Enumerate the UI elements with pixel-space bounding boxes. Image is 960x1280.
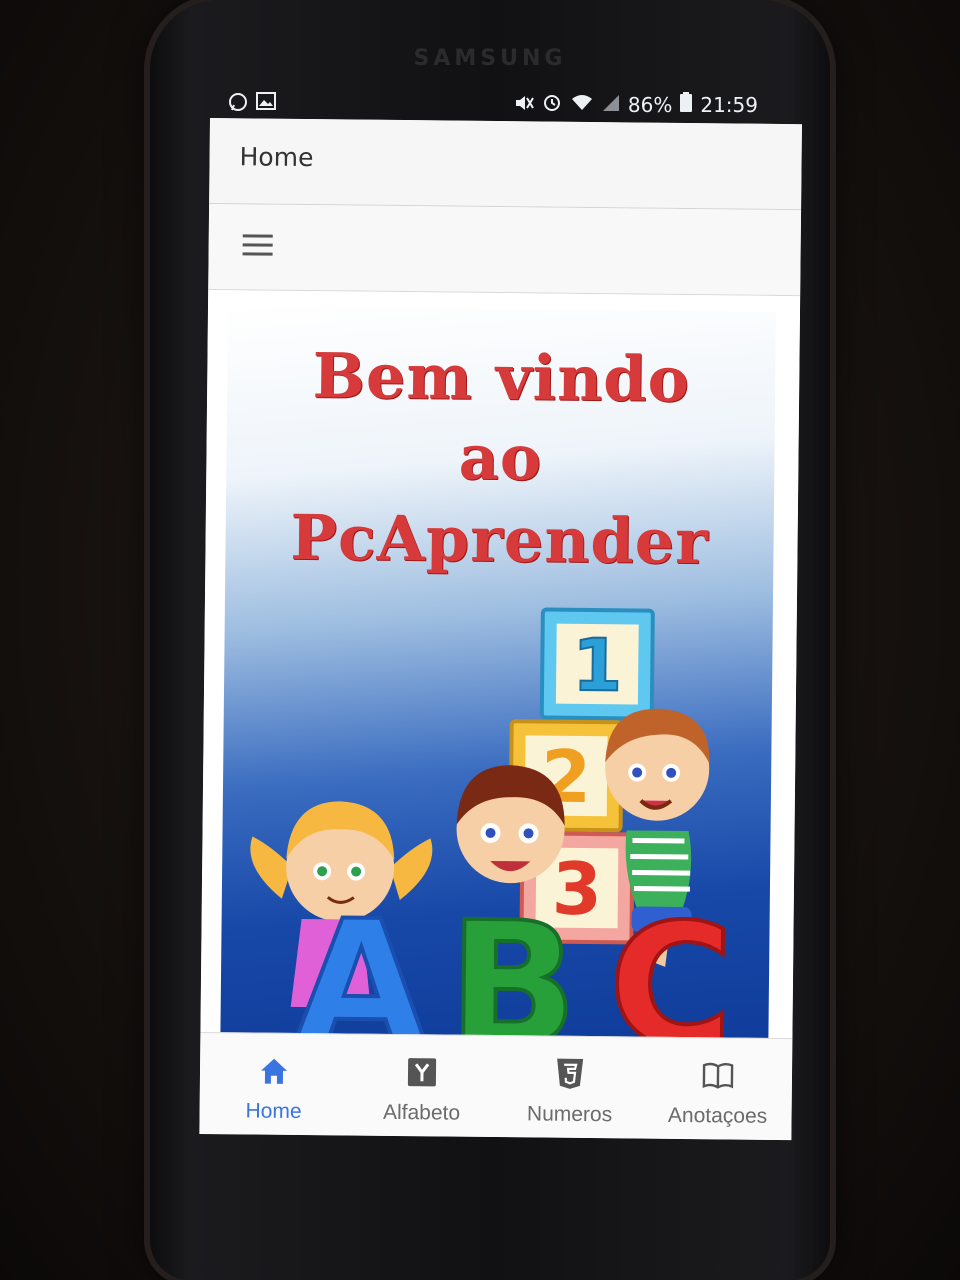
signal-icon bbox=[602, 93, 620, 117]
kids-abc-illustration: 1 2 3 A B C bbox=[250, 607, 736, 1046]
boy-middle-figure bbox=[456, 765, 565, 884]
tab-alfabeto-label: Alfabeto bbox=[382, 1100, 461, 1125]
device-brand: SAMSUNG bbox=[413, 46, 567, 71]
block-number-1: 1 bbox=[572, 623, 623, 708]
bottom-navigation: Home Alfabeto Numeros Anotaçoes bbox=[199, 1031, 793, 1141]
battery-icon bbox=[680, 92, 693, 117]
status-left-icons bbox=[228, 92, 276, 117]
home-icon bbox=[257, 1054, 291, 1088]
alarm-icon bbox=[542, 92, 562, 117]
clock: 21:59 bbox=[700, 92, 758, 117]
status-bar: 86% 21:59 bbox=[226, 88, 766, 122]
status-right-icons: 86% 21:59 bbox=[514, 92, 758, 117]
tab-anotacoes-label: Anotaçoes bbox=[667, 1103, 768, 1128]
tab-home[interactable]: Home bbox=[199, 1033, 348, 1136]
menu-bar bbox=[208, 203, 802, 297]
gallery-icon bbox=[256, 92, 276, 117]
app-header: Home bbox=[209, 118, 802, 211]
letter-a: A bbox=[294, 884, 428, 1046]
letter-b: B bbox=[447, 886, 579, 1046]
menu-icon[interactable] bbox=[242, 234, 273, 256]
battery-percent: 86% bbox=[627, 92, 673, 117]
book-icon bbox=[701, 1058, 735, 1092]
whatsapp-icon bbox=[228, 92, 248, 117]
tab-numeros[interactable]: Numeros bbox=[495, 1036, 644, 1139]
tab-anotacoes[interactable]: Anotaçoes bbox=[643, 1038, 792, 1141]
y-square-icon bbox=[405, 1055, 439, 1089]
wifi-icon bbox=[570, 93, 594, 117]
home-content: Bem vindo ao PcAprender 1 2 3 A B C bbox=[200, 289, 801, 1046]
html5-icon bbox=[553, 1057, 587, 1091]
tab-alfabeto[interactable]: Alfabeto bbox=[347, 1034, 496, 1137]
number-block-1: 1 bbox=[539, 607, 655, 721]
welcome-banner: Bem vindo ao PcAprender 1 2 3 A B C bbox=[220, 306, 777, 1046]
app-screen: Home Bem vindo ao PcAprender 1 2 3 A B C… bbox=[199, 118, 802, 1141]
letter-c: C bbox=[608, 887, 735, 1046]
tab-home-label: Home bbox=[245, 1099, 302, 1124]
mute-icon bbox=[514, 93, 534, 117]
page-title: Home bbox=[239, 142, 314, 173]
tab-numeros-label: Numeros bbox=[526, 1102, 613, 1127]
